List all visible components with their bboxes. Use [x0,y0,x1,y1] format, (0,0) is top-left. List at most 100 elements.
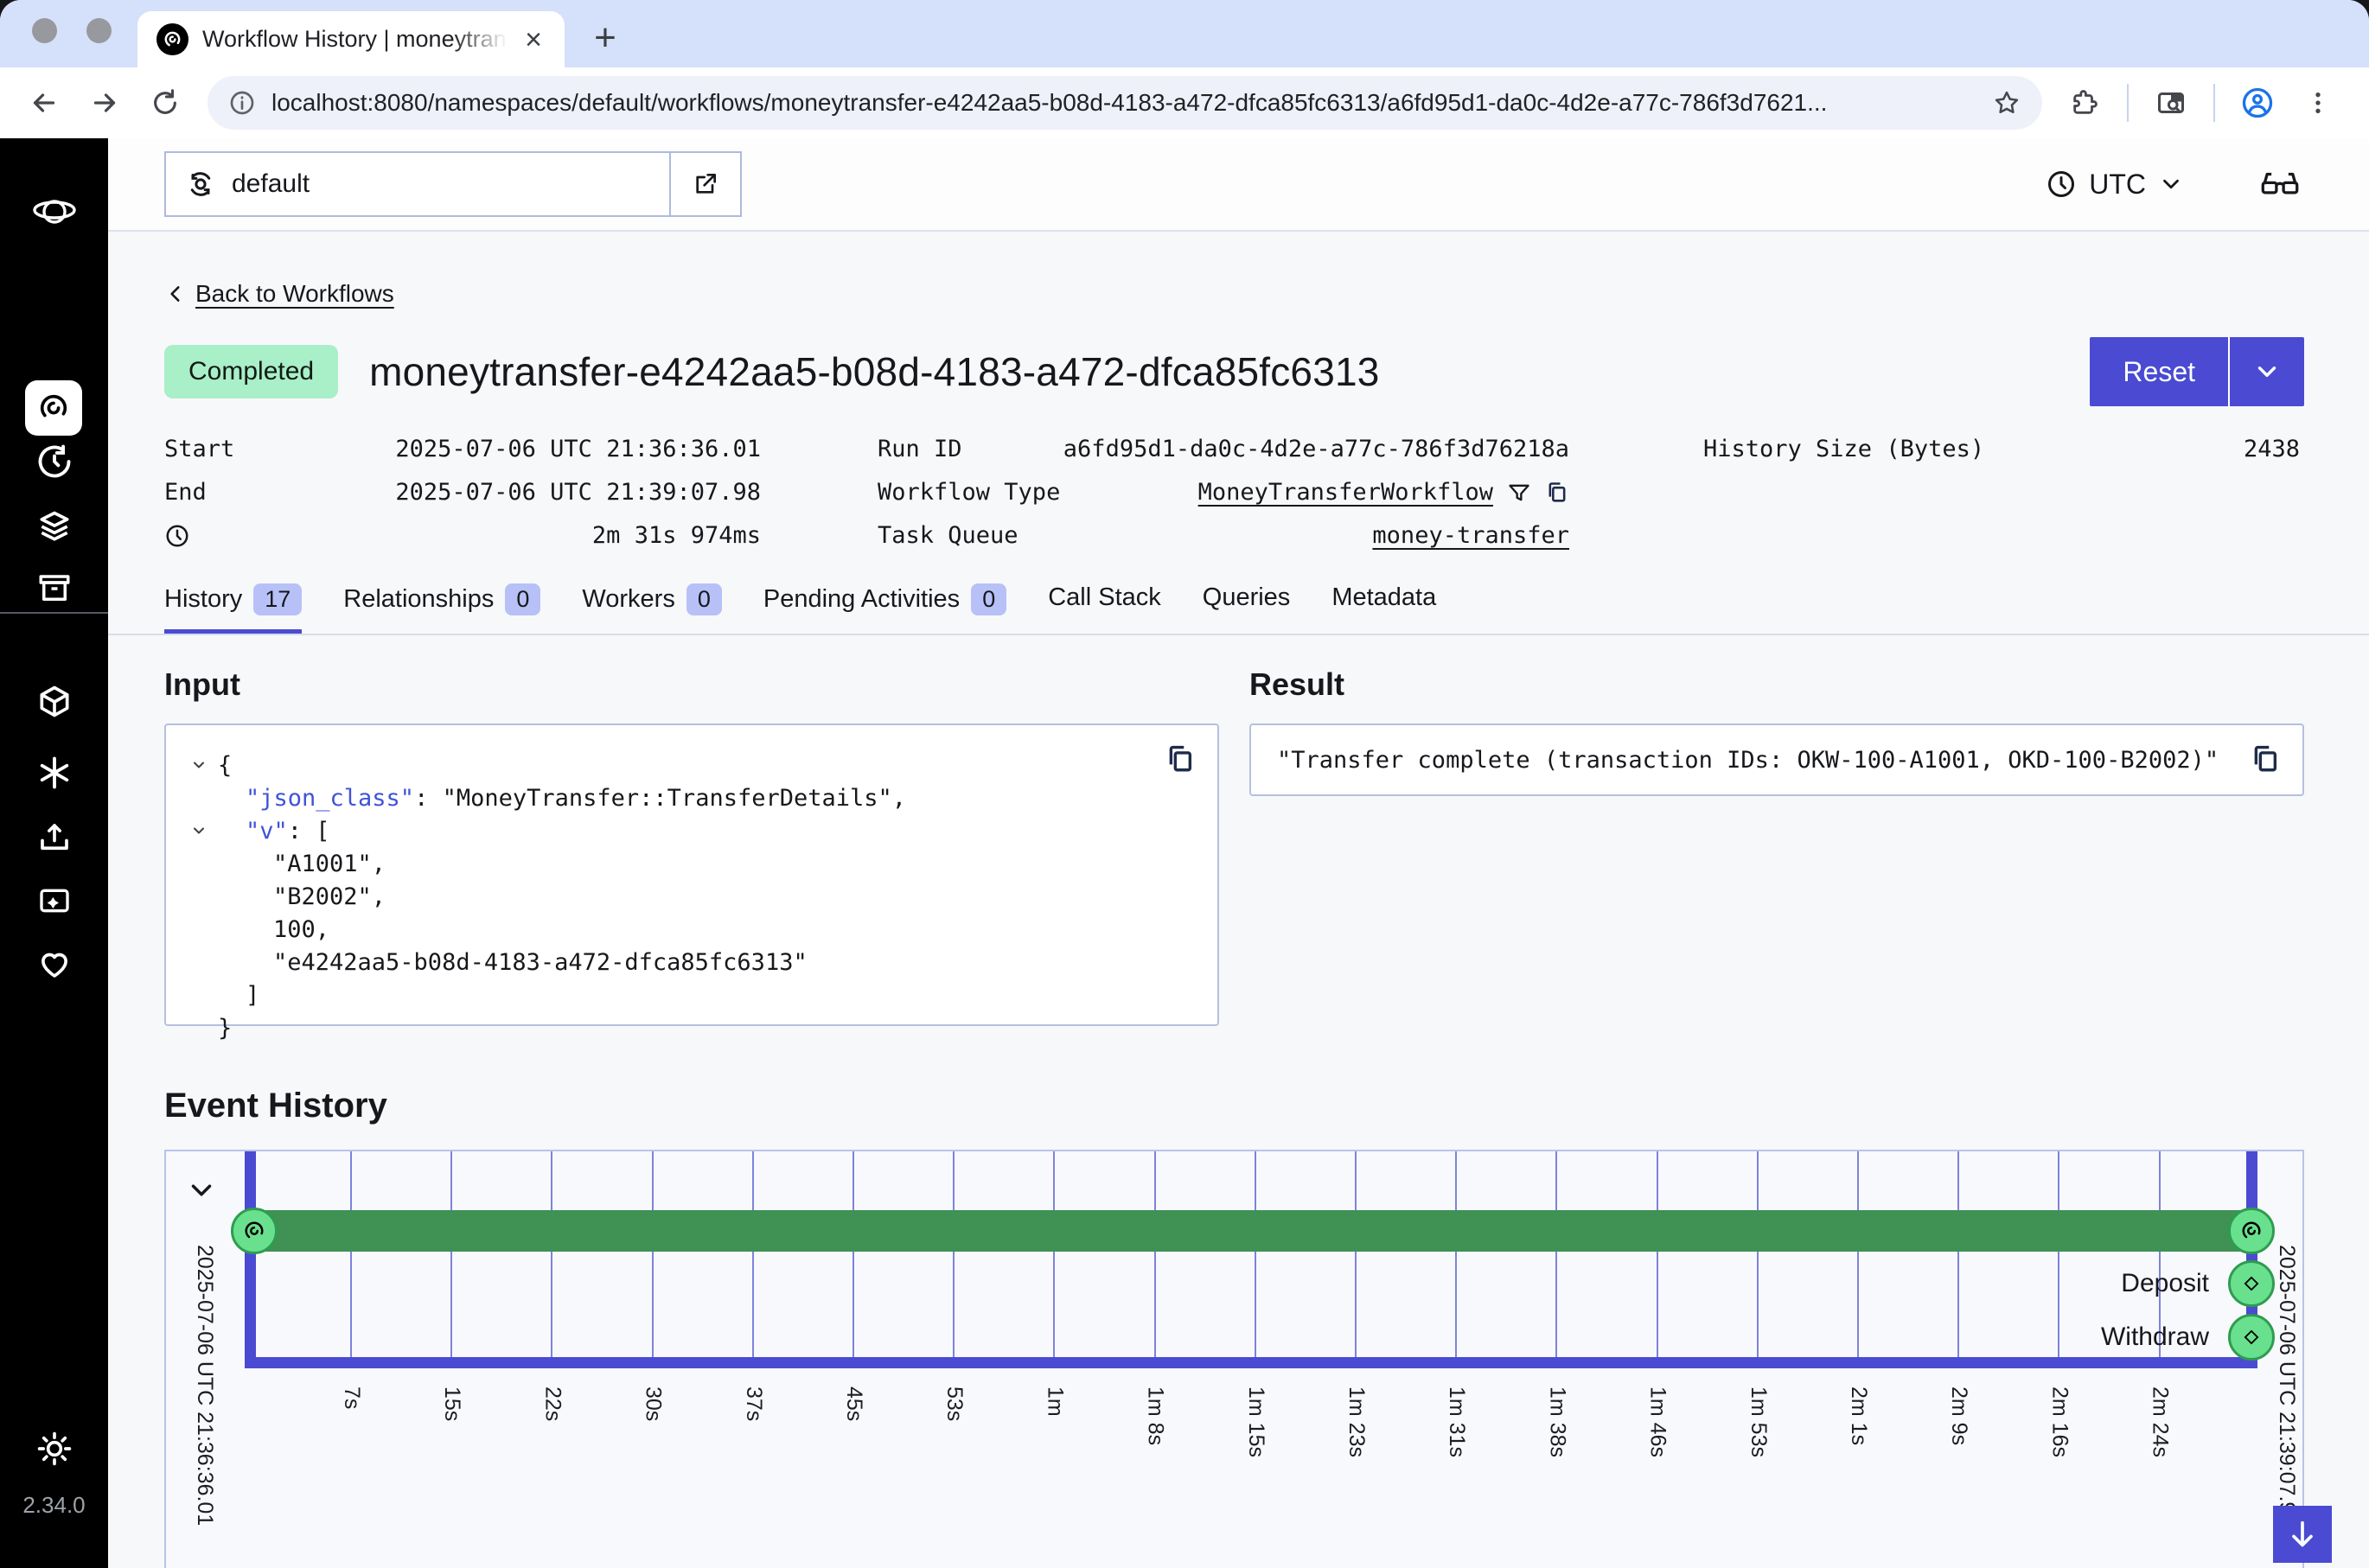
tab-pending-activities[interactable]: Pending Activities0 [763,583,1006,629]
browser-window: Workflow History | moneytran × + localho… [0,0,2369,1568]
timeline-tick-label: 7s [339,1386,364,1409]
task-queue-link[interactable]: money-transfer [1372,522,1569,549]
reset-button-group: Reset [2090,337,2304,406]
clock-icon [2046,169,2077,200]
timeline-time-axis [245,1357,2257,1368]
timeline-tick-label: 2m 16s [2047,1386,2072,1457]
timeline-tick-label: 2m 1s [1846,1386,1871,1445]
tab-history-count: 17 [253,583,302,615]
collapse-chevron-icon[interactable] [190,822,208,839]
tab-call-stack[interactable]: Call Stack [1048,583,1161,626]
tab-relationships-count: 0 [505,583,540,615]
task-queue-label: Task Queue [878,522,1018,549]
runid-value: a6fd95d1-da0c-4d2e-a77c-786f3d76218a [1063,436,1569,462]
browser-menu-icon[interactable] [2291,76,2345,130]
copy-icon[interactable] [1165,744,1195,774]
reload-icon[interactable] [138,76,192,130]
scroll-to-bottom-button[interactable] [2273,1506,2332,1563]
browser-tab[interactable]: Workflow History | moneytran × [137,11,565,67]
sidebar-item-workflows[interactable] [25,380,82,436]
forward-icon[interactable] [78,76,131,130]
timeline-tick-label: 2m 24s [2148,1386,2173,1457]
toolbar-separator [2213,84,2215,122]
expand-chevron-icon[interactable] [185,1174,218,1207]
timeline-gridline [1757,1151,1759,1357]
workflow-execution-bar[interactable] [252,1210,2251,1252]
extensions-icon[interactable] [2058,76,2111,130]
back-to-workflows-link[interactable]: Back to Workflows [195,280,394,308]
activity-node-withdraw[interactable] [2228,1314,2275,1361]
timeline-tick-label: 2m 9s [1946,1386,1971,1445]
minimize-window-button[interactable] [86,18,112,43]
sidebar-item-batch-operations[interactable] [0,754,108,792]
timeline-tick-label: 22s [540,1386,565,1421]
reset-button[interactable]: Reset [2090,337,2228,406]
copy-icon[interactable] [1545,481,1569,505]
tab-history[interactable]: History17 [164,583,302,634]
address-bar[interactable]: localhost:8080/namespaces/default/workfl… [208,76,2042,130]
timeline-gridline [752,1151,754,1357]
tab-close-icon[interactable]: × [521,25,546,54]
timeline-tick-label: 1m 31s [1444,1386,1469,1457]
tab-workers[interactable]: Workers0 [582,583,721,629]
event-history-timeline: Deposit Withdraw 2025-07-06 UTC 21:36:36… [164,1150,2304,1568]
collapse-chevron-icon[interactable] [190,756,208,774]
copy-icon[interactable] [2251,744,2280,774]
timeline-gridline [551,1151,552,1357]
theme-toggle-sun-icon[interactable] [0,1430,108,1468]
sidebar-item-deployments[interactable] [0,508,108,546]
timeline-tick-label: 1m 46s [1645,1386,1670,1457]
timeline-gridline [1555,1151,1557,1357]
workflow-type-link[interactable]: MoneyTransferWorkflow [1198,479,1493,506]
bookmark-star-icon[interactable] [1992,88,2021,118]
app-sidebar: 2.34.0 [0,138,108,1568]
namespace-topbar: default UTC [108,138,2369,232]
workflow-start-node[interactable] [231,1208,278,1254]
duration-clock-icon [164,523,190,549]
start-label: Start [164,436,234,462]
temporal-logo-icon[interactable] [0,192,108,232]
browser-toolbar: localhost:8080/namespaces/default/workfl… [0,67,2369,138]
back-icon[interactable] [17,76,71,130]
sidebar-item-feedback[interactable] [0,883,108,918]
reset-menu-caret[interactable] [2228,337,2304,406]
workflow-end-node[interactable] [2228,1208,2275,1254]
site-info-icon[interactable] [228,89,256,117]
chevron-down-icon [2158,171,2184,197]
tab-relationships[interactable]: Relationships0 [343,583,540,629]
namespace-selector[interactable]: default [164,151,742,217]
result-value: "Transfer complete (transaction IDs: OKW… [1277,747,2219,774]
tab-search-icon[interactable] [2144,76,2198,130]
new-tab-button[interactable]: + [581,14,629,62]
activity-node-deposit[interactable] [2228,1260,2275,1307]
profile-avatar[interactable] [2231,76,2284,130]
tab-metadata[interactable]: Metadata [1331,583,1436,626]
timeline-start-datetime: 2025-07-06 UTC 21:36:36.01 [192,1245,217,1526]
tab-queries[interactable]: Queries [1203,583,1291,626]
result-heading: Result [1249,666,2304,703]
timeline-gridline [1957,1151,1959,1357]
tab-workers-count: 0 [686,583,722,615]
workflow-type-label: Workflow Type [878,479,1060,506]
labs-mode-glasses-icon[interactable] [2260,169,2300,200]
filter-funnel-icon[interactable] [1507,481,1531,505]
sidebar-item-schedules[interactable] [0,443,108,481]
sidebar-item-nexus[interactable] [0,683,108,721]
namespace-external-link-icon[interactable] [669,153,740,215]
sidebar-item-favorites[interactable] [0,946,108,982]
timezone-value: UTC [2089,169,2146,201]
timezone-selector[interactable]: UTC [2046,169,2184,201]
chevron-left-icon [164,281,187,307]
temporal-favicon-icon [156,23,188,55]
url-text[interactable]: localhost:8080/namespaces/default/workfl… [271,89,1976,117]
input-heading: Input [164,666,1219,703]
timeline-gridline [1857,1151,1859,1357]
namespace-name: default [232,169,310,199]
sidebar-item-import[interactable] [0,819,108,856]
end-value: 2025-07-06 UTC 21:39:07.98 [395,479,761,506]
close-window-button[interactable] [32,18,57,43]
sidebar-item-archival[interactable] [0,570,108,607]
timeline-gridline [1255,1151,1256,1357]
result-card: "Transfer complete (transaction IDs: OKW… [1249,723,2304,796]
runid-label: Run ID [878,436,962,462]
